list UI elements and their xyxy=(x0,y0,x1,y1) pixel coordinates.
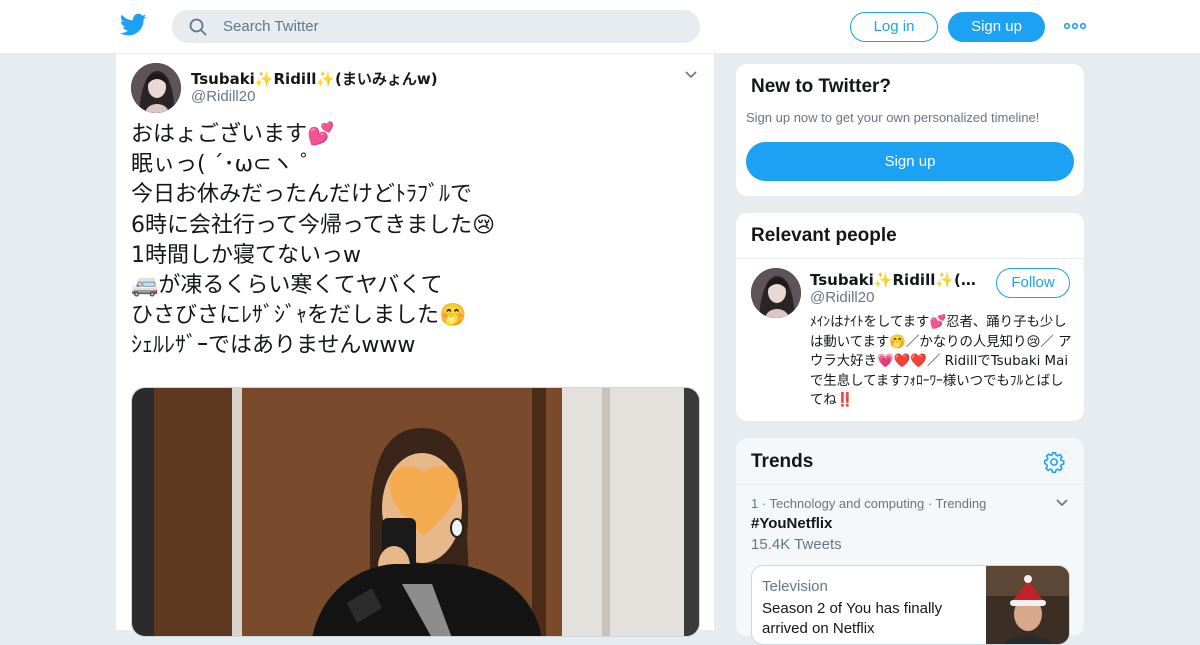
card-title: New to Twitter? xyxy=(751,76,892,97)
card-subtitle: Sign up now to get your own personalized… xyxy=(746,110,1040,125)
tweet-photo[interactable] xyxy=(131,387,700,637)
login-button[interactable]: Log in xyxy=(850,12,938,42)
avatar[interactable] xyxy=(131,63,181,113)
tweet-line: 眠ぃっ( ´･ω⊂ヽ ゜ xyxy=(131,152,323,178)
tweet-panel: Tsubaki✨Ridill✨(まいみょんw) @Ridill20 おはょござい… xyxy=(115,54,715,637)
gear-icon[interactable] xyxy=(1043,451,1065,473)
chevron-down-icon[interactable] xyxy=(1055,498,1069,508)
trend-hashtag[interactable]: #YouNetflix xyxy=(751,515,832,532)
chevron-down-icon[interactable] xyxy=(684,70,698,80)
follow-button[interactable]: Follow xyxy=(996,268,1070,298)
tweet-line: ｼｪﾙﾚｻﾞｰではありませんwww xyxy=(131,333,416,359)
moment-thumbnail xyxy=(986,566,1069,644)
tweet-line: 🚐が凍るくらい寒くてヤバくて xyxy=(131,273,443,299)
search-box[interactable] xyxy=(172,10,700,43)
trend-meta: 1 · Technology and computing · Trending xyxy=(751,496,987,511)
relevant-people-card: Relevant people Tsubaki✨Ridill✨(まいみょんw) … xyxy=(735,212,1085,422)
divider xyxy=(736,484,1084,485)
person-name[interactable]: Tsubaki✨Ridill✨(まいみょんw) xyxy=(810,269,988,290)
person-handle[interactable]: @Ridill20 xyxy=(810,289,874,306)
tweet-line: 1時間しか寝てないっw xyxy=(131,242,361,268)
search-icon xyxy=(189,18,207,36)
moment-category: Television xyxy=(762,578,828,595)
signup-button[interactable]: Sign up xyxy=(948,12,1045,42)
trends-card: Trends 1 · Technology and computing · Tr… xyxy=(735,437,1085,645)
trend-moment-card[interactable]: Television Season 2 of You has finally a… xyxy=(751,565,1070,645)
moment-headline: Season 2 of You has finally arrived on N… xyxy=(762,600,943,637)
divider xyxy=(736,258,1084,259)
author-name[interactable]: Tsubaki✨Ridill✨(まいみょんw) xyxy=(191,68,438,89)
signup-button[interactable]: Sign up xyxy=(746,142,1074,181)
card-title: Relevant people xyxy=(751,225,897,246)
tweet-line: おはょございます💕 xyxy=(131,122,335,147)
tweet-text: おはょございます💕 眠ぃっ( ´･ω⊂ヽ ゜ 今日お休みだったんだけどﾄﾗﾌﾞﾙ… xyxy=(131,120,691,362)
more-options-icon[interactable] xyxy=(1063,16,1087,36)
person-bio: ﾒｲﾝはﾅｲﾄをしてます💕忍者、踊り子も少しは動いてます🤭／かなりの人見知り😢／… xyxy=(810,315,1072,408)
new-to-twitter-card: New to Twitter? Sign up now to get your … xyxy=(735,63,1085,197)
card-title: Trends xyxy=(751,451,814,472)
trend-tweet-count: 15.4K Tweets xyxy=(751,536,842,553)
avatar[interactable] xyxy=(751,268,801,318)
top-navigation-bar: Log in Sign up xyxy=(0,0,1200,54)
tweet-line: 今日お休みだったんだけどﾄﾗﾌﾞﾙで xyxy=(131,182,473,208)
author-handle[interactable]: @Ridill20 xyxy=(191,88,255,105)
search-input[interactable] xyxy=(223,11,683,42)
tweet-line: 6時に会社行って今帰ってきました😢 xyxy=(131,212,496,238)
tweet-line: ひさびさにﾚｻﾞｼﾞｬをだしました🤭 xyxy=(131,303,467,329)
twitter-bird-icon[interactable] xyxy=(120,13,147,37)
